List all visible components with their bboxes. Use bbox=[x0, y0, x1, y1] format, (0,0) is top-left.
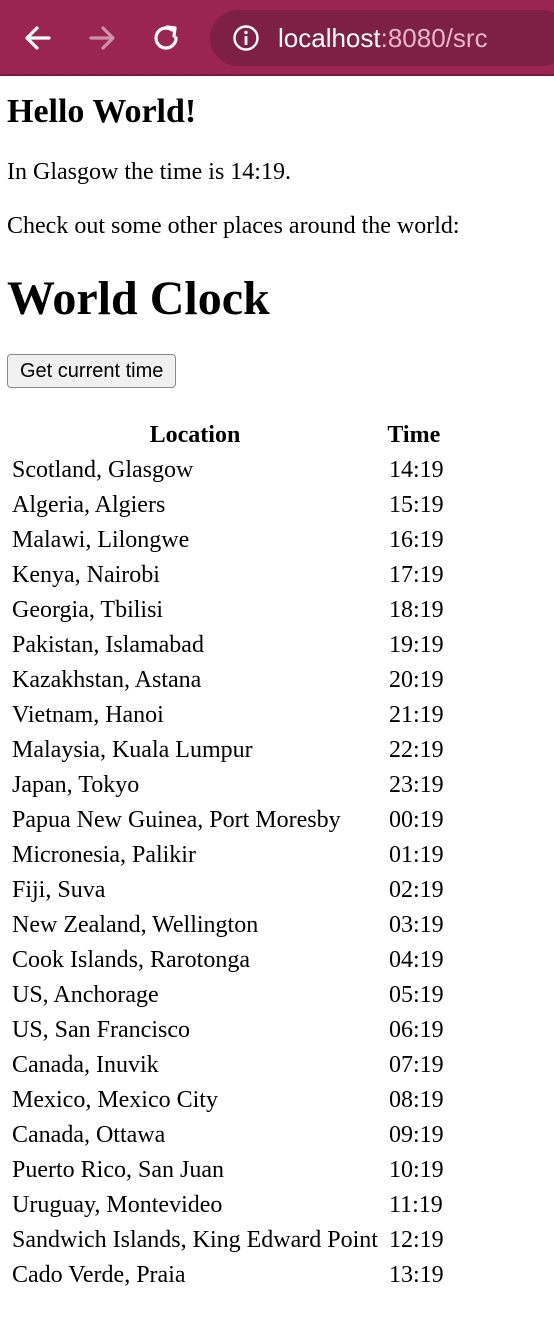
location-cell: Kenya, Nairobi bbox=[12, 562, 160, 588]
page-content: Hello World! In Glasgow the time is 14:1… bbox=[7, 76, 547, 1293]
table-row: Cook Islands, Rarotonga 04:19 bbox=[11, 943, 445, 978]
location-cell: Uruguay, Montevideo bbox=[12, 1192, 223, 1218]
location-cell: Scotland, Glasgow bbox=[12, 457, 194, 483]
location-cell: US, San Francisco bbox=[12, 1017, 190, 1043]
table-row: Kazakhstan, Astana 20:19 bbox=[11, 663, 445, 698]
time-cell: 15:19 bbox=[388, 492, 444, 518]
forward-arrow-icon[interactable] bbox=[80, 16, 124, 60]
glasgow-time-text: In Glasgow the time is 14:19. bbox=[7, 159, 291, 185]
table-row: Malawi, Lilongwe 16:19 bbox=[11, 523, 445, 558]
time-cell: 02:19 bbox=[388, 877, 444, 903]
table-header-row: Location Time bbox=[11, 418, 445, 453]
url-host: localhost bbox=[278, 22, 381, 53]
location-cell: Vietnam, Hanoi bbox=[12, 702, 164, 728]
time-cell: 20:19 bbox=[388, 667, 444, 693]
table-row: Algeria, Algiers 15:19 bbox=[11, 488, 445, 523]
info-icon[interactable] bbox=[232, 24, 260, 52]
get-current-time-button[interactable]: Get current time bbox=[7, 354, 177, 388]
back-arrow-icon[interactable] bbox=[16, 16, 60, 60]
location-column-header: Location bbox=[149, 422, 241, 448]
table-row: US, Anchorage 05:19 bbox=[11, 978, 445, 1013]
location-cell: Malawi, Lilongwe bbox=[12, 527, 190, 553]
time-cell: 00:19 bbox=[388, 807, 444, 833]
table-row: Fiji, Suva 02:19 bbox=[11, 873, 445, 908]
table-row: Papua New Guinea, Port Moresby 00:19 bbox=[11, 803, 445, 838]
time-cell: 12:19 bbox=[388, 1227, 444, 1253]
location-cell: Mexico, Mexico City bbox=[12, 1087, 218, 1113]
hello-heading: Hello World! bbox=[7, 93, 197, 130]
world-clock-heading: World Clock bbox=[7, 272, 270, 325]
location-cell: Cado Verde, Praia bbox=[12, 1262, 186, 1288]
location-cell: Papua New Guinea, Port Moresby bbox=[12, 807, 341, 833]
location-cell: Pakistan, Islamabad bbox=[12, 632, 204, 658]
time-cell: 11:19 bbox=[388, 1192, 443, 1218]
location-cell: Algeria, Algiers bbox=[12, 492, 166, 518]
check-out-text: Check out some other places around the w… bbox=[7, 213, 460, 239]
table-row: Puerto Rico, San Juan 10:19 bbox=[11, 1153, 445, 1188]
time-cell: 04:19 bbox=[388, 947, 444, 973]
table-row: Cado Verde, Praia 13:19 bbox=[11, 1258, 445, 1293]
time-cell: 06:19 bbox=[388, 1017, 444, 1043]
url-text: localhost:8080/src bbox=[278, 23, 488, 54]
reload-icon[interactable] bbox=[144, 16, 188, 60]
world-clock-table: Location Time Scotland, Glasgow 14:19 Alg… bbox=[7, 418, 449, 1293]
time-cell: 17:19 bbox=[388, 562, 444, 588]
address-bar[interactable]: localhost:8080/src bbox=[210, 10, 554, 66]
location-cell: Japan, Tokyo bbox=[12, 772, 140, 798]
time-cell: 14:19 bbox=[388, 457, 444, 483]
time-cell: 18:19 bbox=[388, 597, 444, 623]
time-cell: 01:19 bbox=[388, 842, 444, 868]
url-port-path: :8080/src bbox=[380, 22, 488, 53]
time-cell: 03:19 bbox=[388, 912, 444, 938]
location-cell: Malaysia, Kuala Lumpur bbox=[12, 737, 253, 763]
location-cell: New Zealand, Wellington bbox=[12, 912, 259, 938]
table-row: Japan, Tokyo 23:19 bbox=[11, 768, 445, 803]
time-cell: 05:19 bbox=[388, 982, 444, 1008]
location-cell: Sandwich Islands, King Edward Point bbox=[12, 1227, 378, 1253]
table-row: US, San Francisco 06:19 bbox=[11, 1013, 445, 1048]
time-column-header: Time bbox=[387, 422, 441, 448]
time-cell: 23:19 bbox=[388, 772, 444, 798]
time-cell: 16:19 bbox=[388, 527, 444, 553]
table-row: Canada, Ottawa 09:19 bbox=[11, 1118, 445, 1153]
table-row: Uruguay, Montevideo 11:19 bbox=[11, 1188, 445, 1223]
browser-toolbar: localhost:8080/src bbox=[0, 0, 554, 76]
table-row: Mexico, Mexico City 08:19 bbox=[11, 1083, 445, 1118]
time-cell: 21:19 bbox=[388, 702, 444, 728]
table-row: Pakistan, Islamabad 19:19 bbox=[11, 628, 445, 663]
time-cell: 10:19 bbox=[388, 1157, 444, 1183]
table-row: New Zealand, Wellington 03:19 bbox=[11, 908, 445, 943]
table-row: Kenya, Nairobi 17:19 bbox=[11, 558, 445, 593]
table-row: Sandwich Islands, King Edward Point 12:19 bbox=[11, 1223, 445, 1258]
location-cell: Puerto Rico, San Juan bbox=[12, 1157, 224, 1183]
time-cell: 13:19 bbox=[388, 1262, 444, 1288]
location-cell: Cook Islands, Rarotonga bbox=[12, 947, 250, 973]
table-row: Georgia, Tbilisi 18:19 bbox=[11, 593, 445, 628]
location-cell: Georgia, Tbilisi bbox=[12, 597, 164, 623]
table-row: Malaysia, Kuala Lumpur 22:19 bbox=[11, 733, 445, 768]
location-cell: Kazakhstan, Astana bbox=[12, 667, 202, 693]
location-cell: Canada, Inuvik bbox=[12, 1052, 159, 1078]
location-cell: Fiji, Suva bbox=[12, 877, 106, 903]
time-cell: 09:19 bbox=[388, 1122, 444, 1148]
table-row: Canada, Inuvik 07:19 bbox=[11, 1048, 445, 1083]
table-row: Micronesia, Palikir 01:19 bbox=[11, 838, 445, 873]
location-cell: US, Anchorage bbox=[12, 982, 159, 1008]
time-cell: 08:19 bbox=[388, 1087, 444, 1113]
table-row: Vietnam, Hanoi 21:19 bbox=[11, 698, 445, 733]
time-cell: 19:19 bbox=[388, 632, 444, 658]
time-cell: 07:19 bbox=[388, 1052, 444, 1078]
time-cell: 22:19 bbox=[388, 737, 444, 763]
location-cell: Micronesia, Palikir bbox=[12, 842, 196, 868]
table-row: Scotland, Glasgow 14:19 bbox=[11, 453, 445, 488]
location-cell: Canada, Ottawa bbox=[12, 1122, 166, 1148]
